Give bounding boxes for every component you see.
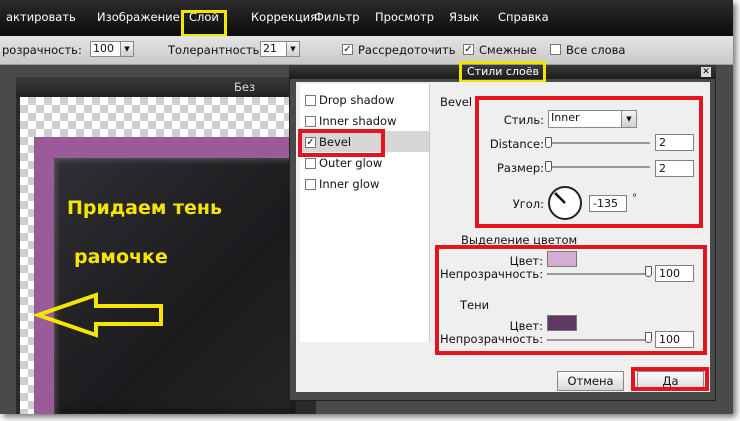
annotation-line2: рамочке [74,246,168,268]
chevron-down-icon: ▼ [286,42,299,56]
menu-bar: актировать Изображение Слой Коррекция Фи… [0,0,733,36]
menu-image[interactable]: Изображение [97,10,180,24]
arrow-left-icon [34,292,163,338]
menu-help[interactable]: Справка [498,10,549,24]
angle-input[interactable]: -135 [589,195,627,212]
app-window: актировать Изображение Слой Коррекция Фи… [0,0,733,414]
highlight-color-swatch[interactable] [547,251,577,267]
shadow-opacity-slider[interactable] [547,339,651,341]
style-outer-glow[interactable]: Outer glow [319,156,382,170]
highlight-opacity-label: Непрозрачность: [440,267,544,281]
inner-glow-checkbox[interactable] [305,179,316,190]
style-inner-glow[interactable]: Inner glow [319,177,379,191]
degree-unit: ° [632,193,637,204]
shadow-section-label: Тени [460,298,490,312]
menu-view[interactable]: Просмотр [375,10,434,24]
bevel-style-value: Inner [551,111,580,124]
annotation-line1: Придаем тень [67,197,223,219]
tolerance-label: Толерантность: [168,43,264,57]
opacity-select[interactable]: 100 ▼ [90,41,134,57]
dialog-title-highlight [459,61,546,83]
tolerance-value: 21 [263,42,277,55]
chevron-down-icon: ▼ [621,111,636,127]
highlight-opacity-input[interactable]: 100 [655,265,694,282]
ok-button-highlight [631,367,709,391]
chevron-down-icon: ▼ [120,42,133,56]
outer-glow-checkbox[interactable] [305,158,316,169]
menu-adjust[interactable]: Коррекция [251,10,317,24]
all-words-checkbox[interactable] [550,44,561,55]
distance-slider-thumb[interactable] [545,137,552,148]
spread-label: Рассредоточить [358,43,456,57]
opacity-label: розрачность: [2,43,82,57]
opacity-value: 100 [93,42,114,55]
shadow-color-label: Цвет: [509,319,543,333]
shadow-opacity-slider-thumb[interactable] [645,332,652,343]
distance-label: Distance: [489,137,544,151]
bevel-section-label: Bevel [440,95,473,109]
highlight-opacity-slider-thumb[interactable] [645,266,652,277]
angle-label: Угол: [512,197,544,211]
cancel-button[interactable]: Отмена [557,371,624,391]
menu-filter[interactable]: Фильтр [314,10,360,24]
menu-language[interactable]: Язык [449,10,479,24]
contiguous-label: Смежные [479,43,537,57]
style-label: Стиль: [503,113,544,127]
shadow-opacity-label: Непрозрачность: [440,332,544,346]
size-label: Размер: [496,161,544,175]
distance-slider[interactable] [546,142,650,144]
style-drop-shadow[interactable]: Drop shadow [319,93,394,107]
distance-input[interactable]: 2 [655,134,694,151]
inner-shadow-checkbox[interactable] [305,116,316,127]
shadow-color-swatch[interactable] [547,315,577,331]
angle-dial[interactable] [548,186,582,220]
angle-dial-needle-icon [554,192,566,204]
highlight-opacity-slider[interactable] [547,273,651,275]
size-slider[interactable] [546,166,650,168]
contiguous-checkbox[interactable]: ✓ [463,44,474,55]
bevel-style-select[interactable]: Inner ▼ [548,110,637,128]
document-titlebar: Без имени [16,77,296,108]
layer-menu-highlight [181,10,227,37]
spread-checkbox[interactable]: ✓ [342,44,353,55]
shadow-opacity-input[interactable]: 100 [655,331,694,348]
bevel-highlight [298,129,385,157]
highlight-color-label: Цвет: [509,254,543,268]
size-input[interactable]: 2 [655,160,694,177]
drop-shadow-checkbox[interactable] [305,95,316,106]
style-inner-shadow[interactable]: Inner shadow [319,114,397,128]
close-icon[interactable]: ✕ [701,67,711,77]
options-bar: розрачность: 100 ▼ Толерантность: 21 ▼ ✓… [0,36,733,65]
all-words-label: Все слова [566,43,626,57]
tolerance-select[interactable]: 21 ▼ [260,41,300,57]
size-slider-thumb[interactable] [545,161,552,172]
menu-edit[interactable]: актировать [6,10,76,24]
